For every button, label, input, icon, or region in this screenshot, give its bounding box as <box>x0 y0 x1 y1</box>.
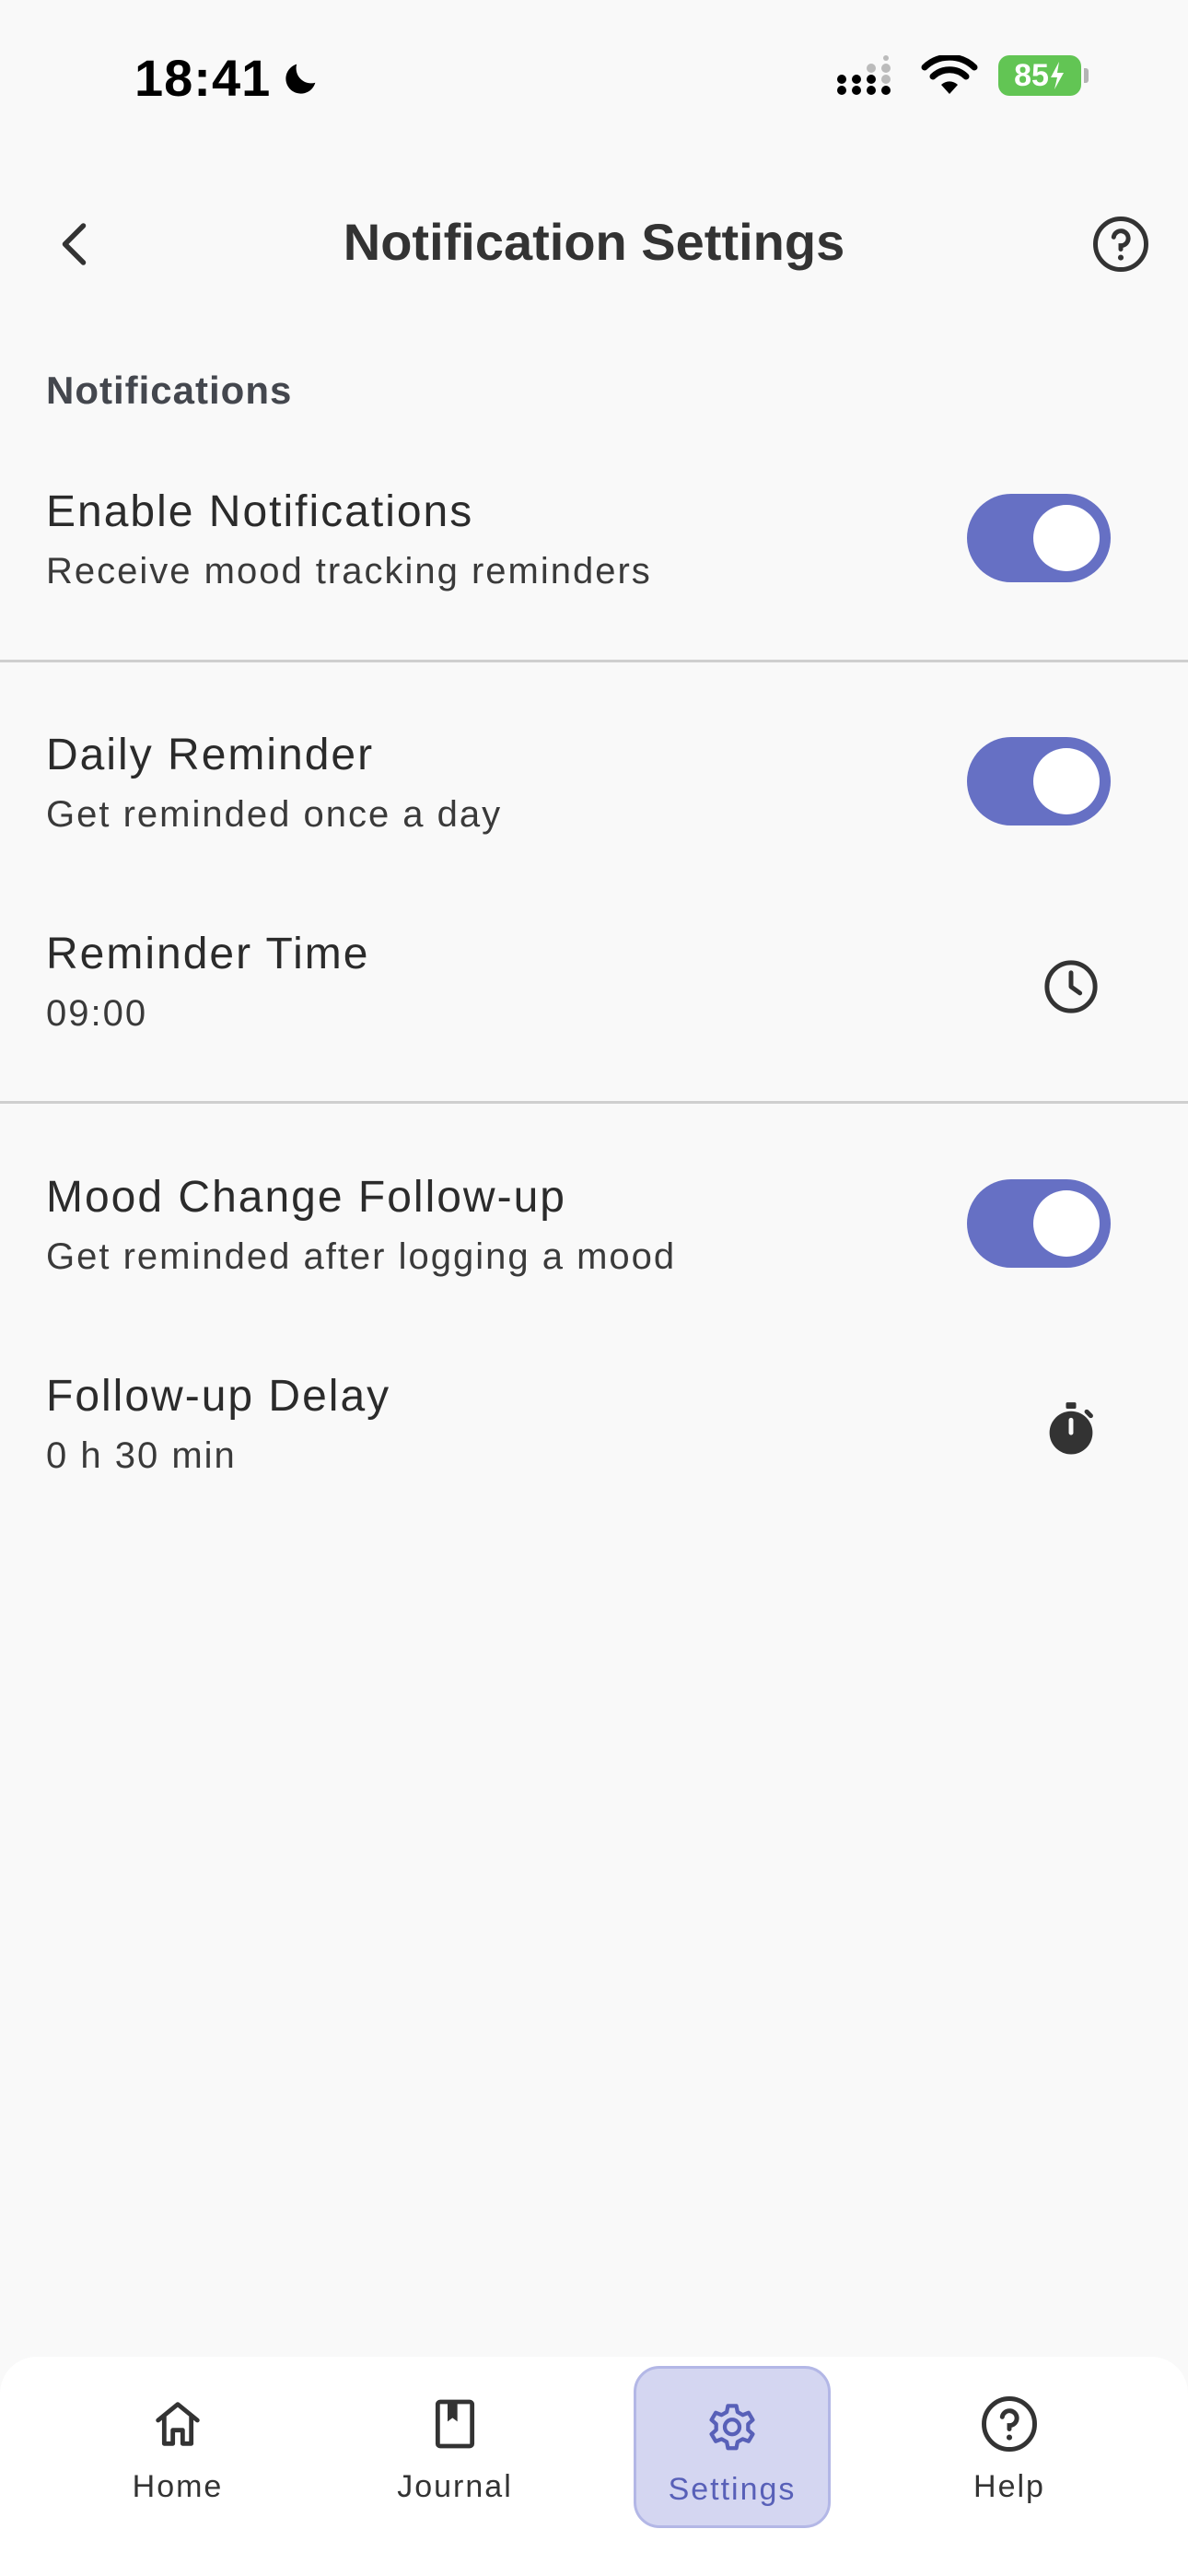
clock-icon <box>1039 954 1103 1019</box>
mood-followup-row[interactable]: Mood Change Follow-up Get reminded after… <box>0 1172 1188 1319</box>
status-bar: 18:41 85 <box>0 0 1188 157</box>
row-subtitle: Get reminded after logging a mood <box>46 1236 677 1277</box>
reminder-time-value: 09:00 <box>46 993 148 1034</box>
status-time: 18:41 <box>134 48 322 108</box>
battery-cap <box>1084 68 1089 83</box>
status-indicators: 85 <box>836 55 1089 96</box>
nav-item-help[interactable]: Help <box>911 2366 1108 2528</box>
journal-icon <box>423 2392 487 2456</box>
enable-notifications-toggle[interactable] <box>967 494 1111 582</box>
signal-icon <box>837 55 891 95</box>
row-title: Reminder Time <box>46 930 370 978</box>
followup-delay-value: 0 h 30 min <box>46 1435 237 1476</box>
timer-icon <box>1039 1397 1103 1461</box>
toggle-knob <box>1033 1190 1100 1257</box>
home-icon <box>146 2392 210 2456</box>
row-title: Enable Notifications <box>46 487 474 536</box>
nav-label: Home <box>132 2469 224 2504</box>
moon-icon <box>285 64 316 94</box>
help-circle-icon <box>1093 217 1148 272</box>
help-button[interactable] <box>1081 205 1160 284</box>
section-header: Notifications <box>46 369 293 412</box>
battery-level: 85 <box>1014 57 1049 93</box>
charging-icon <box>1050 62 1064 89</box>
nav-label: Help <box>973 2469 1045 2504</box>
row-title: Mood Change Follow-up <box>46 1173 566 1222</box>
reminder-time-row[interactable]: Reminder Time 09:00 <box>0 929 1188 1076</box>
nav-item-journal[interactable]: Journal <box>356 2366 553 2528</box>
nav-item-home[interactable]: Home <box>79 2366 276 2528</box>
daily-reminder-toggle[interactable] <box>967 737 1111 825</box>
mood-followup-toggle[interactable] <box>967 1179 1111 1268</box>
help-icon <box>977 2392 1042 2456</box>
toggle-knob <box>1033 505 1100 571</box>
row-subtitle: Receive mood tracking reminders <box>46 551 652 591</box>
followup-delay-row[interactable]: Follow-up Delay 0 h 30 min <box>0 1371 1188 1518</box>
row-title: Follow-up Delay <box>46 1372 391 1421</box>
divider <box>0 660 1188 662</box>
row-subtitle: Get reminded once a day <box>46 794 503 835</box>
gear-icon <box>700 2395 764 2459</box>
daily-reminder-row[interactable]: Daily Reminder Get reminded once a day <box>0 730 1188 877</box>
wifi-icon <box>921 55 978 94</box>
enable-notifications-row[interactable]: Enable Notifications Receive mood tracki… <box>0 486 1188 634</box>
nav-label: Journal <box>397 2469 513 2504</box>
row-title: Daily Reminder <box>46 731 375 779</box>
page-title: Notification Settings <box>343 213 845 271</box>
nav-label: Settings <box>668 2472 797 2507</box>
clock-text: 18:41 <box>134 49 272 107</box>
battery-indicator: 85 <box>998 55 1089 96</box>
nav-item-settings[interactable]: Settings <box>634 2366 831 2528</box>
bottom-nav: Home Journal Settings Help <box>0 2357 1188 2576</box>
divider <box>0 1101 1188 1104</box>
toggle-knob <box>1033 748 1100 814</box>
app-bar: Notification Settings <box>0 184 1188 300</box>
